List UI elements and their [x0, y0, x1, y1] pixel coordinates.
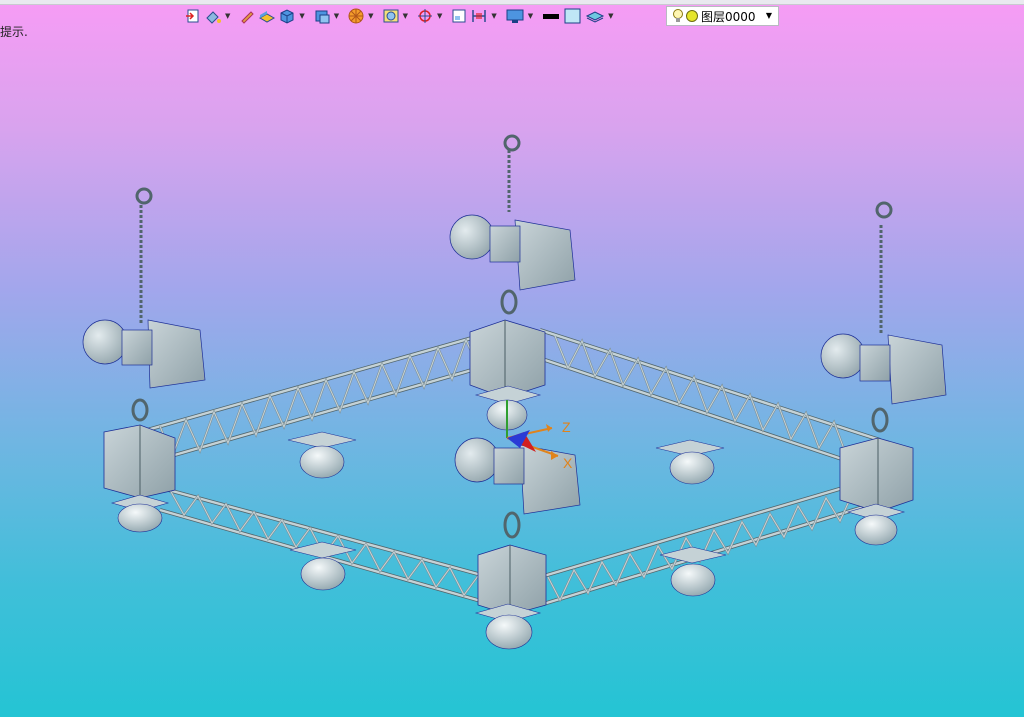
corner-box-bottom [477, 544, 547, 616]
corner-box-right [839, 437, 914, 513]
z-axis-head [546, 424, 552, 432]
x-axis-label: X [563, 455, 573, 471]
z-axis-label: Z [562, 419, 571, 435]
truss-model[interactable]: Z X [0, 0, 1024, 717]
hoist-left [82, 187, 206, 422]
hoist-right [820, 201, 947, 433]
hoist-top [449, 134, 576, 315]
hoist-center [454, 437, 581, 539]
corner-box-left [103, 424, 176, 499]
